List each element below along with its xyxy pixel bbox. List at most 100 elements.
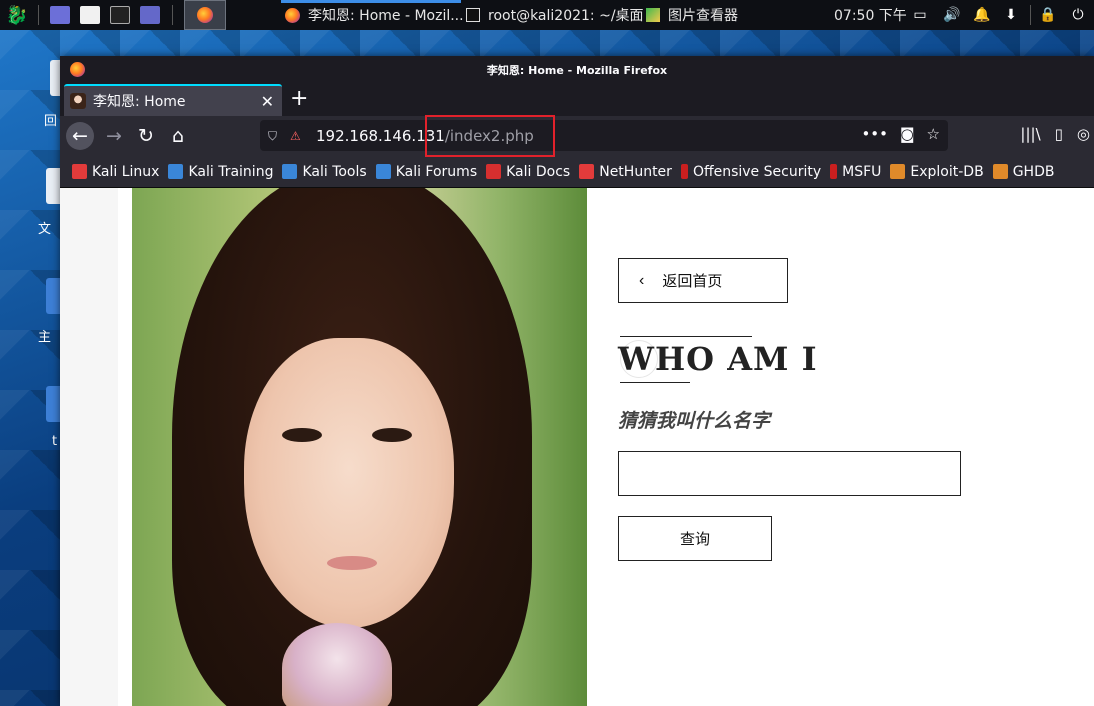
screen-recorder-icon[interactable] (140, 0, 160, 30)
kali-menu-icon[interactable]: 🐉 (6, 0, 28, 30)
bookmark-kali-training[interactable]: Kali Training (168, 164, 273, 180)
highlight-box (425, 115, 555, 157)
bookmark-kali-docs[interactable]: Kali Docs (486, 164, 570, 180)
desktop-label: t (52, 434, 58, 449)
account-icon[interactable]: ◎ (1077, 125, 1090, 143)
url-bar[interactable]: ⛉ ⚠ 192.168.146.131/index2.php ••• ◙ ☆ (260, 120, 948, 151)
taskbar-item-label: 李知恩: Home - Mozil... (308, 8, 464, 24)
back-home-button[interactable]: ‹ 返回首页 (618, 258, 788, 303)
bookmark-kali-tools[interactable]: Kali Tools (282, 164, 367, 180)
tracking-protection-shield-icon[interactable]: ⛉ (268, 129, 282, 143)
panel-separator (38, 5, 39, 25)
desktop-label: 文 (38, 222, 52, 237)
show-desktop-icon[interactable] (50, 0, 70, 30)
volume-icon[interactable]: 🔊 (943, 0, 960, 30)
window-title: 李知恩: Home - Mozilla Firefox (486, 64, 668, 77)
desktop-label: 回 (44, 114, 58, 129)
bookmark-label: MSFU (842, 163, 882, 180)
bookmark-star-icon[interactable]: ☆ (927, 125, 940, 143)
page-heading: WHO AM I (618, 340, 818, 378)
photo-eye-right (372, 428, 412, 442)
site-favicon-icon (70, 93, 86, 109)
bookmark-exploit-db[interactable]: Exploit-DB (890, 163, 984, 180)
bookmark-label: Kali Docs (506, 163, 571, 180)
nethunter-icon (579, 164, 595, 179)
kali-tools-icon (282, 164, 298, 179)
offsec-icon (680, 164, 688, 179)
bookmark-nethunter[interactable]: NetHunter (579, 164, 672, 180)
back-arrow-icon[interactable]: ← (66, 122, 94, 150)
kali-training-icon (168, 164, 184, 179)
photo-face (244, 338, 454, 628)
desktop-label: 主 (38, 330, 52, 345)
exploit-db-icon (890, 164, 906, 179)
panel-separator (172, 5, 173, 25)
name-input[interactable] (618, 451, 961, 496)
new-tab-icon[interactable]: + (290, 86, 308, 111)
bookmark-label: NetHunter (599, 163, 672, 180)
library-icon[interactable]: |||\ (1020, 125, 1040, 143)
terminal-icon (466, 8, 480, 22)
taskbar-item-firefox[interactable]: 李知恩: Home - Mozil... (285, 0, 464, 30)
file-manager-icon[interactable] (80, 0, 100, 30)
msfu-icon (830, 164, 838, 179)
taskbar-item-image-viewer[interactable]: 图片查看器 (646, 0, 738, 30)
page-card: ‹ 返回首页 WHO AM I 猜猜我叫什么名字 查询 (118, 188, 1094, 706)
back-home-label: 返回首页 (662, 273, 723, 290)
display-icon[interactable]: ▭ (912, 0, 928, 30)
toolbar-right: |||\ ▯ ◎ (1020, 125, 1090, 143)
taskbar-item-label: 图片查看器 (668, 8, 738, 24)
photo-ice-cream (282, 623, 392, 706)
firefox-window: 李知恩: Home - Mozilla Firefox 李知恩: Home ✕ … (60, 56, 1094, 706)
insecure-connection-icon[interactable]: ⚠ (290, 129, 304, 143)
url-bar-actions: ••• ◙ ☆ (861, 125, 940, 143)
update-icon[interactable]: ⬇ (1003, 0, 1019, 30)
image-viewer-icon (646, 8, 660, 22)
portrait-photo (132, 188, 587, 706)
firefox-logo-icon (70, 62, 85, 77)
bookmark-label: Kali Training (188, 163, 274, 180)
photo-lips (327, 556, 377, 570)
tab-title: 李知恩: Home (93, 94, 186, 110)
bookmark-label: Exploit-DB (910, 163, 984, 180)
taskbar-item-label: root@kali2021: ~/桌面 (488, 8, 644, 24)
bookmarks-toolbar: Kali Linux Kali Training Kali Tools Kali… (60, 156, 1094, 188)
logout-icon[interactable]: ⏻ (1070, 0, 1086, 30)
web-page: ‹ 返回首页 WHO AM I 猜猜我叫什么名字 查询 (60, 188, 1094, 706)
ghdb-icon (992, 164, 1008, 179)
lock-screen-icon[interactable]: 🔒 (1039, 0, 1056, 30)
kali-icon (72, 164, 87, 179)
pocket-icon[interactable]: ◙ (900, 125, 915, 143)
bookmark-label: Kali Forums (395, 163, 478, 180)
sidebar-icon[interactable]: ▯ (1055, 125, 1063, 143)
tab-home[interactable]: 李知恩: Home ✕ (64, 84, 282, 116)
reload-icon[interactable]: ↻ (132, 122, 160, 150)
notification-bell-icon[interactable]: 🔔 (973, 0, 990, 30)
terminal-launcher-icon[interactable] (110, 0, 130, 30)
bookmark-label: Offensive Security (692, 163, 822, 180)
firefox-icon (285, 7, 300, 23)
top-panel: 🐉 李知恩: Home - Mozil... root@kali2021: ~/… (0, 0, 1094, 30)
chevron-left-icon: ‹ (639, 271, 645, 289)
clock[interactable]: 07:50 下午 (834, 0, 907, 30)
query-button[interactable]: 查询 (618, 516, 772, 561)
bookmark-kali-linux[interactable]: Kali Linux (72, 164, 159, 180)
panel-separator (1030, 5, 1031, 25)
home-icon[interactable]: ⌂ (164, 122, 192, 150)
window-titlebar[interactable]: 李知恩: Home - Mozilla Firefox (60, 56, 1094, 84)
tab-strip: 李知恩: Home ✕ + (60, 84, 1094, 116)
clock-label: 07:50 下午 (834, 8, 907, 24)
bookmark-label: GHDB (1012, 163, 1055, 180)
bookmark-kali-forums[interactable]: Kali Forums (375, 163, 478, 180)
close-tab-icon[interactable]: ✕ (261, 92, 274, 111)
bookmark-ghdb[interactable]: GHDB (992, 163, 1055, 180)
forward-arrow-icon[interactable]: → (100, 122, 128, 150)
navigation-toolbar: ← → ↻ ⌂ ⛉ ⚠ 192.168.146.131/index2.php •… (60, 116, 1094, 156)
bookmark-msfu[interactable]: MSFU (830, 164, 881, 180)
page-actions-icon[interactable]: ••• (861, 125, 888, 143)
firefox-launcher-icon[interactable] (184, 0, 226, 30)
bookmark-offensive-security[interactable]: Offensive Security (680, 163, 822, 180)
heading-decoration-line (620, 382, 690, 383)
kali-docs-icon (486, 164, 502, 179)
taskbar-item-terminal[interactable]: root@kali2021: ~/桌面 (466, 0, 644, 30)
